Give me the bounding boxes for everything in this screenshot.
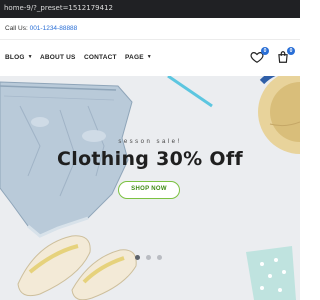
nav-item-label: ABOUT US <box>40 54 76 61</box>
slider-dot-1[interactable] <box>135 255 140 260</box>
caret-down-icon: ▼ <box>146 54 152 60</box>
straw-image <box>167 76 213 108</box>
slider-dot-3[interactable] <box>157 255 162 260</box>
slider-dot-2[interactable] <box>146 255 151 260</box>
hero-subtitle: sesson sale! <box>118 139 182 145</box>
wishlist-count-badge: 0 <box>261 47 269 55</box>
top-info-strip: Call Us: 001-1234-88888 <box>0 18 300 40</box>
main-navigation: BLOG ▼ ABOUT US CONTACT PAGE ▼ 0 0 <box>0 40 300 76</box>
browser-address-bar[interactable]: home-9/?_preset=1512179412 <box>0 0 300 18</box>
cart-button[interactable]: 0 <box>276 47 295 64</box>
nav-item-label: PAGE <box>125 54 144 61</box>
nav-item-label: BLOG <box>5 54 25 61</box>
url-text[interactable]: home-9/?_preset=1512179412 <box>4 4 113 12</box>
wishlist-button[interactable]: 0 <box>250 47 269 64</box>
nav-item-about-us[interactable]: ABOUT US <box>40 54 76 61</box>
call-us-label: Call Us: <box>5 25 28 32</box>
phone-number[interactable]: 001-1234-88888 <box>30 25 78 32</box>
cart-count-badge: 0 <box>287 47 295 55</box>
nav-item-label: CONTACT <box>84 54 117 61</box>
hero-title: Clothing 30% Off <box>57 148 243 170</box>
nav-item-page[interactable]: PAGE ▼ <box>125 54 152 61</box>
nav-item-blog[interactable]: BLOG ▼ <box>5 54 33 61</box>
sandals-image <box>17 235 137 300</box>
hero-slider[interactable]: sesson sale! Clothing 30% Off SHOP NOW <box>0 76 300 300</box>
caret-down-icon: ▼ <box>27 54 33 60</box>
call-us-text: Call Us: 001-1234-88888 <box>5 25 77 32</box>
nav-item-contact[interactable]: CONTACT <box>84 54 117 61</box>
slider-pagination <box>0 255 300 263</box>
shop-now-button[interactable]: SHOP NOW <box>118 181 180 199</box>
